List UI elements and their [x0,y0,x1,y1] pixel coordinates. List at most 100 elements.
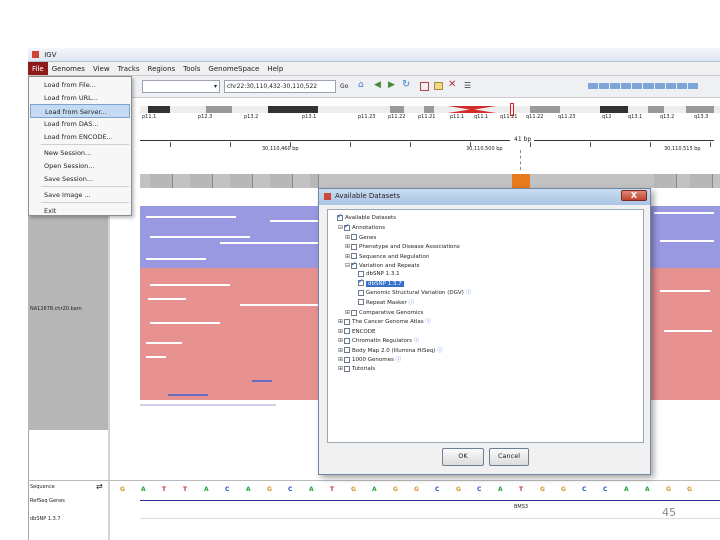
forward-icon[interactable]: ▶ [388,80,395,90]
menu-tracks[interactable]: Tracks [114,62,144,75]
tree-item[interactable]: ⊞ ENCODE [338,327,375,336]
file-menu-item[interactable]: Save Session... [30,172,130,186]
cancel-label: Cancel [497,452,521,460]
info-icon[interactable]: ⓘ [424,319,431,325]
message-icon[interactable] [434,82,443,90]
dataset-checkbox[interactable] [344,222,350,231]
sequence-base: T [330,486,335,493]
ok-button[interactable]: OK [442,448,484,466]
sequence-base: T [162,486,167,493]
zoom-slider[interactable] [588,83,698,89]
tree-item[interactable]: dbSNP 1.3.7 [352,277,404,289]
tree-item[interactable]: ⊞ Body Map 2.0 (Illumina HiSeq) ⓘ [338,346,443,355]
bottom-track-divider [28,480,720,481]
dataset-checkbox[interactable] [358,277,364,287]
tree-item[interactable]: Repeat Masker ⓘ [352,299,414,308]
sequence-base: G [267,486,272,493]
chromosome-select[interactable]: chr22 ▾ [142,80,220,93]
dialog-title-bar[interactable]: Available Datasets [319,189,650,205]
datasets-tree[interactable]: Available Datasets⊟Annotations⊞Genes⊞Phe… [327,209,644,443]
tree-item[interactable]: ⊞ 1000 Genomes ⓘ [338,355,401,364]
file-menu-item[interactable]: Save Image ... [30,188,130,202]
info-icon[interactable]: ⓘ [407,300,414,306]
dataset-checkbox[interactable] [358,289,364,296]
sequence-base: G [540,486,545,493]
file-menu-item[interactable]: Load from URL... [30,91,130,105]
cytoband-label: q13.2 [660,114,675,120]
cytoband-label: q11.21 [500,114,518,120]
file-menu-item[interactable]: Load from File... [30,78,130,92]
tree-item[interactable]: ⊞ Chromatin Regulators ⓘ [338,336,419,345]
menu-view[interactable]: View [89,62,114,75]
tree-item[interactable]: ⊟Variation and Repeats [345,260,419,270]
tree-item-label: ENCODE [352,328,376,335]
dataset-checkbox[interactable] [351,260,357,269]
tree-item[interactable]: ⊞ The Cancer Genome Atlas ⓘ [338,317,431,326]
file-menu-item[interactable]: New Session... [30,146,130,160]
tree-item[interactable]: ⊞ Sequence and Regulation [345,252,429,261]
roi-icon[interactable] [420,82,429,91]
dataset-checkbox[interactable] [344,318,350,325]
menu-tools[interactable]: Tools [179,62,204,75]
cytoband-label: q11.23 [558,114,576,120]
tree-item-label: Sequence and Regulation [359,253,430,260]
close-icon[interactable]: ✕ [448,79,456,90]
tree-item[interactable]: ⊟Annotations [338,222,385,232]
file-menu-item[interactable]: Open Session... [30,159,130,173]
sequence-base: T [183,486,188,493]
tree-item[interactable]: ⊞ Comparative Genomics [345,308,423,317]
dataset-checkbox[interactable] [344,328,350,335]
info-icon[interactable]: ⓘ [412,338,420,344]
file-menu-item[interactable]: Load from DAS... [30,117,130,131]
ruler-tick [230,142,231,147]
tree-item[interactable]: ⊞ Phenotype and Disease Associations [345,242,460,251]
dataset-checkbox[interactable] [344,337,350,344]
dataset-checkbox[interactable] [344,347,350,354]
dataset-checkbox[interactable] [344,356,350,363]
tree-item[interactable]: ⊞ Tutorials [338,364,375,373]
tree-item[interactable]: Genomic Structural Variation (DGV) ⓘ [352,289,471,298]
file-menu-item[interactable]: Load from Server... [30,104,130,118]
menu-help[interactable]: Help [263,62,287,75]
igv-icon [324,193,331,200]
cytoband-label: q12 [602,114,612,120]
cytoband-label: p13.2 [244,114,259,120]
menu-genomespace[interactable]: GenomeSpace [204,62,263,75]
dataset-checkbox[interactable] [351,309,357,316]
sequence-base: G [120,486,125,493]
menu-genomes[interactable]: Genomes [48,62,89,75]
go-button[interactable]: Go [340,80,352,93]
back-icon[interactable]: ◀ [374,80,381,90]
dialog-close-button[interactable]: X [621,190,647,201]
menu-regions[interactable]: Regions [144,62,180,75]
ideogram-band [424,106,434,113]
popup-icon[interactable]: ☰ [464,81,471,90]
ruler-tick [290,142,291,147]
locus-input[interactable]: chr22:30,110,432-30,110,522 [224,80,336,93]
ideogram-band [648,106,664,113]
tree-item[interactable]: ⊞ Genes [345,233,376,242]
title-bar: IGV [28,48,720,62]
sample-name-label: NA12878.chr20.bam [30,306,82,312]
file-menu-item[interactable]: Exit [30,204,130,218]
dataset-checkbox[interactable] [358,270,364,277]
info-icon[interactable]: ⓘ [394,357,402,363]
dataset-checkbox[interactable] [351,234,357,241]
dataset-checkbox[interactable] [351,253,357,260]
ok-label: OK [458,452,468,460]
info-icon[interactable]: ⓘ [464,290,472,296]
strand-arrow-icon[interactable]: ⇄ [96,482,103,491]
read-gap [220,242,318,244]
dataset-checkbox[interactable] [344,365,350,372]
dataset-checkbox[interactable] [337,212,343,221]
menu-file[interactable]: File [28,62,48,75]
dataset-checkbox[interactable] [358,299,364,306]
home-icon[interactable]: ⌂ [358,80,364,90]
cytoband-label: p11.1 [142,114,157,120]
refresh-icon[interactable]: ↻ [402,79,410,90]
tree-item[interactable]: Available Datasets [331,212,396,223]
cancel-button[interactable]: Cancel [489,448,529,466]
dataset-checkbox[interactable] [351,243,357,250]
info-icon[interactable]: ⓘ [435,348,443,354]
file-menu-item[interactable]: Load from ENCODE... [30,130,130,144]
